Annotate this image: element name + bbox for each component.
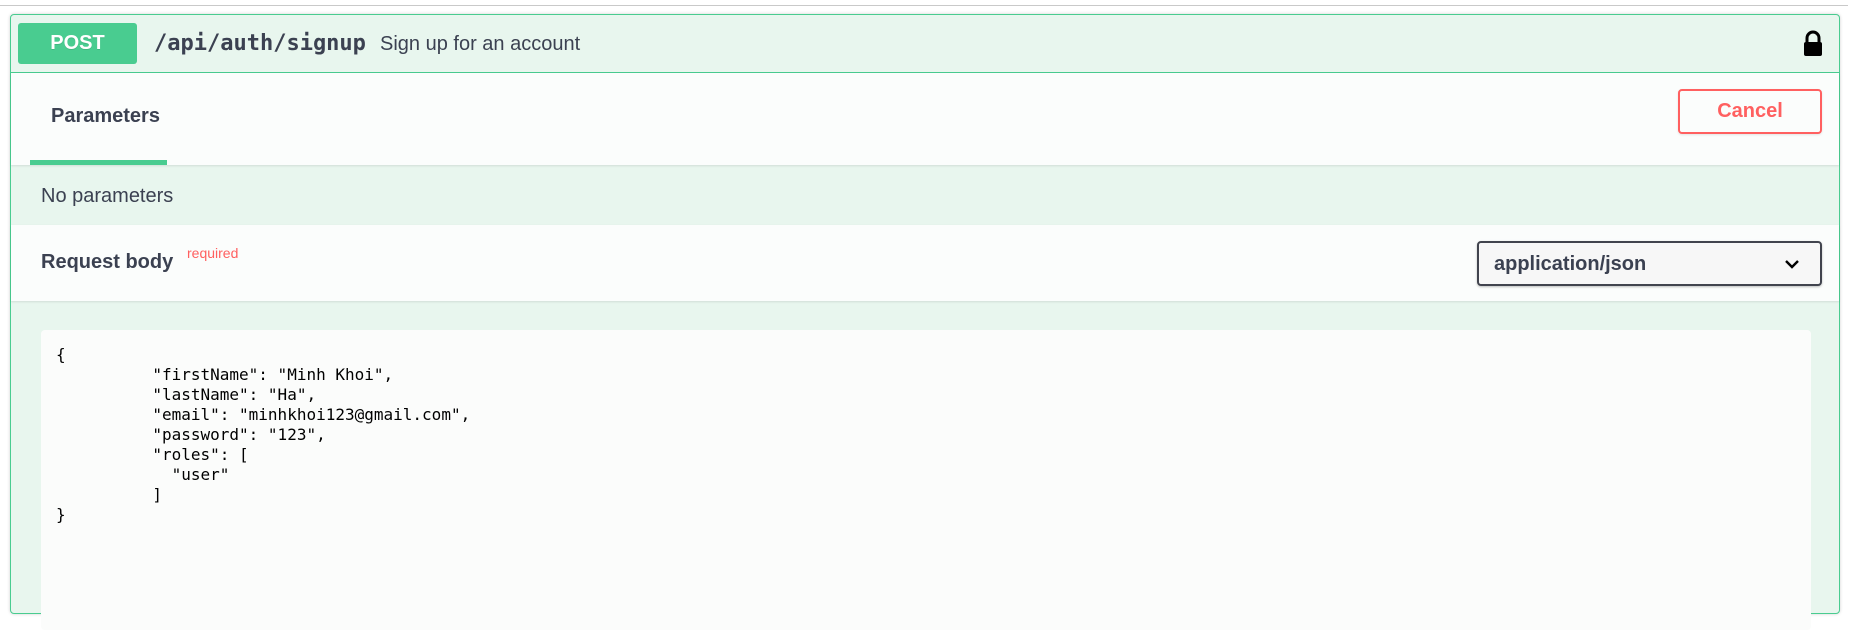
cancel-button[interactable]: Cancel [1678,89,1822,134]
request-body-editor[interactable]: { "firstName": "Minh Khoi", "lastName": … [41,330,1811,630]
endpoint-path: /api/auth/signup [154,31,366,56]
required-badge: required [187,245,239,261]
request-body-header: Request body required application/json [11,225,1839,301]
request-body-title: Request body [41,251,174,273]
lock-icon[interactable] [1798,29,1828,59]
chevron-down-icon [1785,260,1799,269]
tab-parameters[interactable]: Parameters [30,73,167,165]
http-method-badge: POST [18,23,137,64]
endpoint-description: Sign up for an account [380,33,581,55]
operation-block-post-signup: POST /api/auth/signup Sign up for an acc… [10,14,1840,630]
no-parameters-text: No parameters [41,185,174,207]
content-type-select[interactable]: application/json [1477,241,1822,286]
operation-summary[interactable]: POST /api/auth/signup Sign up for an acc… [11,15,1839,73]
request-body-json: { "firstName": "Minh Khoi", "lastName": … [56,345,471,524]
top-divider [0,5,1848,6]
tab-parameters-label: Parameters [51,105,160,127]
content-type-value: application/json [1494,253,1647,275]
parameters-header: Parameters Cancel [11,73,1839,165]
